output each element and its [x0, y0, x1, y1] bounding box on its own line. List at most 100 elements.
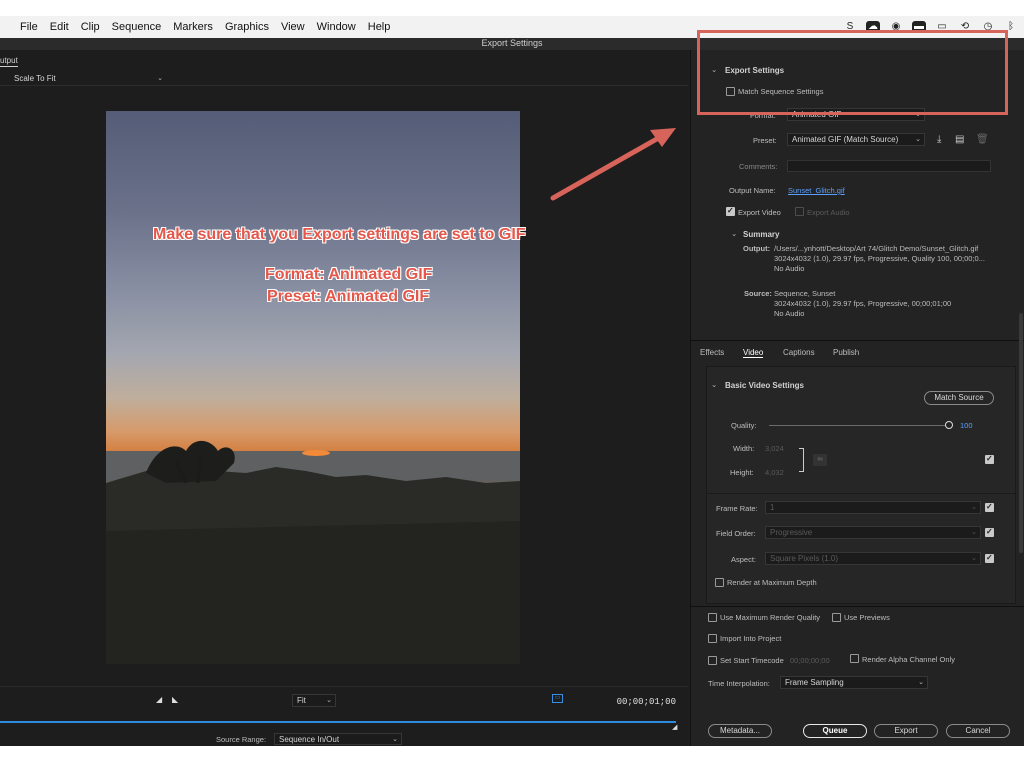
safe-margins-icon[interactable]: ▭	[552, 694, 563, 703]
tab-output[interactable]: utput	[0, 56, 18, 68]
frame-rate-dropdown[interactable]: 1 ⌄	[765, 501, 981, 514]
menu-window[interactable]: Window	[317, 21, 356, 33]
field-order-dropdown[interactable]: Progressive ⌄	[765, 526, 981, 539]
tab-publish[interactable]: Publish	[833, 348, 859, 357]
timecode: 00;00;01;00	[616, 697, 676, 707]
aspect-checkbox[interactable]	[985, 553, 994, 563]
aspect-value: Square Pixels (1.0)	[770, 554, 839, 563]
export-audio-label: Export Audio	[807, 208, 850, 217]
render-max-depth-label: Render at Maximum Depth	[727, 578, 817, 587]
divider	[691, 606, 1024, 607]
playhead-icon[interactable]: ◢	[672, 723, 677, 731]
divider	[691, 340, 1024, 341]
summary-source-line2: 3024x4032 (1.0), 29.97 fps, Progressive,…	[774, 299, 952, 308]
summary-output-line1: /Users/...ynhott/Desktop/Art 74/Glitch D…	[774, 244, 979, 253]
chevron-down-icon: ⌄	[392, 736, 398, 743]
output-name-link[interactable]: Sunset_Glitch.gif	[788, 186, 845, 195]
tab-captions[interactable]: Captions	[783, 348, 815, 357]
dimensions-checkbox[interactable]	[985, 454, 994, 464]
width-label: Width:	[733, 444, 755, 453]
timeline-scrubber[interactable]	[0, 721, 676, 723]
save-preset-icon[interactable]: ⤓	[937, 134, 941, 145]
scale-dropdown[interactable]: Scale To Fit ⌄	[10, 73, 166, 85]
render-alpha-checkbox[interactable]	[850, 654, 859, 663]
import-preset-icon[interactable]: ▤	[955, 134, 964, 145]
frame-rate-checkbox[interactable]	[985, 502, 994, 512]
summary-source-line1: Sequence, Sunset	[774, 289, 836, 298]
annotation-line2: Format: Animated GIF	[265, 266, 433, 283]
width-value[interactable]: 3,024	[765, 444, 784, 453]
chevron-down-icon: ⌄	[326, 697, 332, 704]
menu-edit[interactable]: Edit	[50, 21, 69, 33]
menu-markers[interactable]: Markers	[173, 21, 213, 33]
timeline-bar: ◢ ◣ Fit ⌄ ▭ 00;00;01;00 ◢ Source Range: …	[0, 686, 688, 746]
max-render-quality-checkbox[interactable]	[708, 613, 717, 622]
chevron-down-icon: ⌄	[971, 529, 977, 536]
summary-heading: Summary	[743, 230, 780, 239]
settings-scrollbar[interactable]	[1019, 313, 1023, 553]
link-bracket	[799, 448, 804, 472]
sunset-image	[106, 440, 520, 664]
export-button[interactable]: Export	[874, 724, 938, 738]
export-settings-dialog: utput Scale To Fit ⌄ Make sure that you …	[0, 50, 1024, 746]
preset-dropdown[interactable]: Animated GIF (Match Source) ⌄	[787, 133, 925, 146]
source-range-value: Sequence In/Out	[279, 735, 340, 744]
queue-button[interactable]: Queue	[803, 724, 867, 738]
chevron-down-icon[interactable]: ⌄	[711, 380, 717, 389]
set-start-timecode-checkbox[interactable]	[708, 656, 717, 665]
mark-out-icon[interactable]: ◣	[172, 695, 178, 704]
tab-effects[interactable]: Effects	[700, 348, 724, 357]
menu-file[interactable]: File	[20, 21, 38, 33]
fit-dropdown-value: Fit	[297, 696, 306, 705]
tab-video[interactable]: Video	[743, 348, 764, 358]
export-audio-checkbox[interactable]	[795, 207, 804, 216]
time-interp-label: Time Interpolation:	[708, 679, 770, 688]
use-previews-checkbox[interactable]	[832, 613, 841, 622]
chevron-down-icon: ⌄	[157, 75, 163, 82]
basic-video-heading: Basic Video Settings	[725, 381, 804, 390]
chevron-down-icon[interactable]: ⌄	[731, 229, 737, 238]
annotation-highlight-box	[697, 30, 1008, 115]
set-start-timecode-label: Set Start Timecode	[720, 656, 784, 665]
field-order-label: Field Order:	[716, 529, 756, 538]
annotation-line1: Make sure that you Export settings are s…	[153, 226, 526, 243]
match-source-button[interactable]: Match Source	[924, 391, 994, 405]
comments-label: Comments:	[739, 162, 778, 171]
menu-clip[interactable]: Clip	[81, 21, 100, 33]
use-previews-label: Use Previews	[844, 613, 890, 622]
chevron-down-icon: ⌄	[915, 136, 921, 143]
mark-in-icon[interactable]: ◢	[156, 695, 162, 704]
field-order-checkbox[interactable]	[985, 527, 994, 537]
preview-pane: utput Scale To Fit ⌄ Make sure that you …	[0, 50, 688, 746]
cancel-button[interactable]: Cancel	[946, 724, 1010, 738]
delete-preset-icon[interactable]: 🗑	[976, 134, 989, 145]
menu-help[interactable]: Help	[368, 21, 391, 33]
quality-slider[interactable]	[769, 425, 949, 426]
chain-link-icon[interactable]: ∞	[813, 454, 827, 466]
max-render-quality-label: Use Maximum Render Quality	[720, 613, 821, 622]
metadata-button[interactable]: Metadata...	[708, 724, 772, 738]
quality-slider-knob[interactable]	[945, 421, 953, 429]
time-interp-dropdown[interactable]: Frame Sampling ⌄	[780, 676, 928, 689]
menu-sequence[interactable]: Sequence	[112, 21, 162, 33]
render-max-depth-checkbox[interactable]	[715, 578, 724, 587]
source-range-dropdown[interactable]: Sequence In/Out ⌄	[274, 733, 402, 745]
height-value[interactable]: 4,032	[765, 468, 784, 477]
quality-value[interactable]: 100	[960, 421, 973, 430]
chevron-down-icon: ⌄	[918, 679, 924, 686]
time-interp-value: Frame Sampling	[785, 678, 844, 687]
preset-value: Animated GIF (Match Source)	[792, 135, 899, 144]
menu-view[interactable]: View	[281, 21, 305, 33]
export-video-checkbox[interactable]	[726, 206, 735, 216]
summary-source-line3: No Audio	[774, 309, 805, 318]
video-preview	[106, 111, 520, 664]
start-timecode-value[interactable]: 00;00;00;00	[790, 656, 830, 665]
import-into-project-checkbox[interactable]	[708, 634, 717, 643]
menu-graphics[interactable]: Graphics	[225, 21, 269, 33]
aspect-label: Aspect:	[731, 555, 757, 564]
frame-rate-label: Frame Rate:	[716, 504, 758, 513]
fit-dropdown[interactable]: Fit ⌄	[292, 694, 336, 707]
aspect-dropdown[interactable]: Square Pixels (1.0) ⌄	[765, 552, 981, 565]
output-name-label: Output Name:	[729, 186, 776, 195]
comments-field[interactable]	[787, 160, 991, 172]
